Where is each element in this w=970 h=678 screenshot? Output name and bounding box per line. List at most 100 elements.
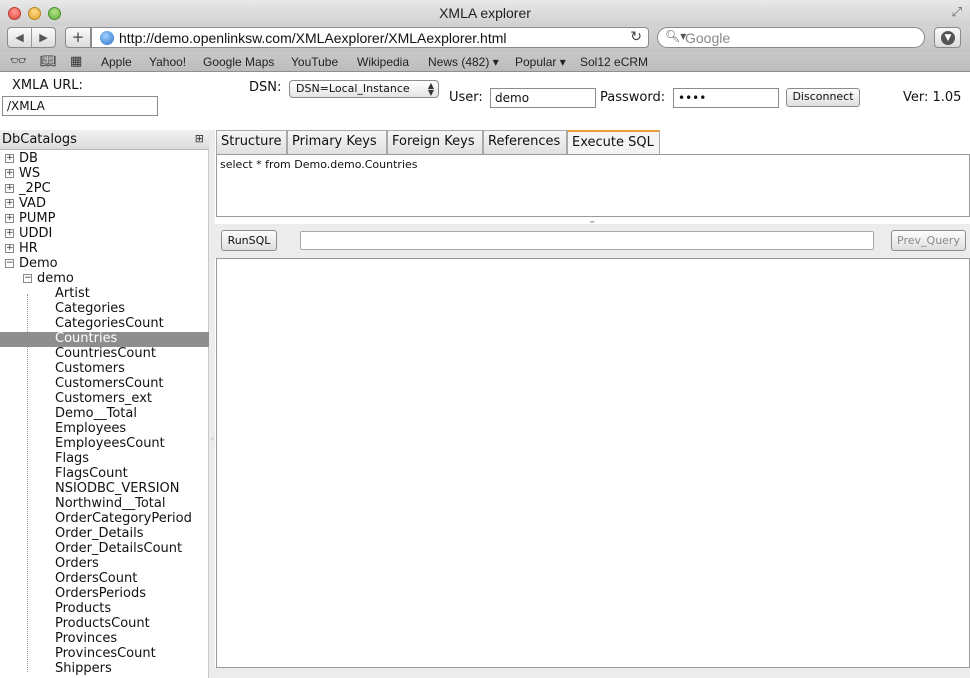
panel-collapse-icon[interactable]: ⊞ (195, 132, 204, 145)
tree-table-customers-ext[interactable]: Customers_ext (0, 391, 209, 407)
tree-node-label: VAD (19, 196, 46, 211)
tree-node-label: Categories (55, 301, 126, 316)
expand-icon[interactable]: + (5, 244, 14, 253)
tree-node-label: ProductsCount (55, 616, 150, 631)
tree-node-label: Shippers (55, 661, 112, 676)
bookmarks-book-icon[interactable]: 📖︎ (40, 54, 57, 69)
tree-item-hr[interactable]: + HR (0, 241, 209, 257)
expand-icon[interactable]: + (5, 214, 14, 223)
tab-foreign-keys[interactable]: Foreign Keys (387, 130, 483, 154)
bookmark-wikipedia[interactable]: Wikipedia (357, 55, 409, 69)
expand-icon[interactable]: + (5, 184, 14, 193)
search-placeholder: Google (685, 30, 731, 46)
bookmark-apple[interactable]: Apple (101, 55, 132, 69)
tree-item-db[interactable]: + DB (0, 151, 209, 167)
tree-node-label: CategoriesCount (55, 316, 164, 331)
collapse-icon[interactable]: − (5, 259, 14, 268)
downloads-button[interactable]: ▼ (934, 27, 961, 48)
tree-table-northwind-total[interactable]: Northwind__Total (0, 496, 209, 512)
tree-node-label: Provinces (55, 631, 118, 646)
expand-icon[interactable]: + (5, 199, 14, 208)
prev-query-button[interactable]: Prev_Query (891, 230, 966, 251)
expand-icon[interactable]: + (5, 229, 14, 238)
tree-node-label: DB (19, 151, 38, 166)
bookmark-google-maps[interactable]: Google Maps (203, 55, 274, 69)
disconnect-button[interactable]: Disconnect (786, 88, 860, 107)
expand-icon[interactable]: + (5, 154, 14, 163)
tree-table-orderscount[interactable]: OrdersCount (0, 571, 209, 587)
tree-node-label: Order_Details (55, 526, 144, 541)
user-input[interactable]: demo (490, 88, 596, 108)
add-bookmark-plus-icon[interactable]: + (65, 27, 91, 48)
back-icon[interactable]: ◀ (8, 28, 32, 47)
tree-table-countriescount[interactable]: CountriesCount (0, 346, 209, 362)
tree-table-customers[interactable]: Customers (0, 361, 209, 377)
sql-editor[interactable]: select * from Demo.demo.Countries (216, 154, 970, 217)
tree-node-label: PUMP (19, 211, 56, 226)
tree-table-employees[interactable]: Employees (0, 421, 209, 437)
panel-splitter[interactable]: ◦ (209, 130, 215, 678)
tab-structure[interactable]: Structure (216, 130, 287, 154)
version-label: Ver: 1.05 (903, 90, 962, 105)
tree-table-order-details[interactable]: Order_Details (0, 526, 209, 542)
tree-table-products[interactable]: Products (0, 601, 209, 617)
fullscreen-icon[interactable]: ⤢ (952, 5, 962, 20)
query-history-input[interactable] (300, 231, 874, 250)
tree-item-pump[interactable]: + PUMP (0, 211, 209, 227)
tab-execute-sql[interactable]: Execute SQL (567, 130, 660, 154)
bookmark-news[interactable]: News (482) ▾ (428, 55, 499, 69)
expand-icon[interactable]: + (5, 169, 14, 178)
url-text[interactable]: http://demo.openlinksw.com/XMLAexplorer/… (119, 30, 507, 46)
tree-table-artist[interactable]: Artist (0, 286, 209, 302)
tree-node-label: demo (37, 271, 74, 286)
tree-table-flagscount[interactable]: FlagsCount (0, 466, 209, 482)
tree-table-provinces[interactable]: Provinces (0, 631, 209, 647)
top-sites-grid-icon[interactable]: ▦ (70, 54, 82, 69)
password-input[interactable]: •••• (673, 88, 779, 108)
bottom-strip (215, 668, 970, 678)
reload-icon[interactable]: ↻ (630, 29, 642, 45)
tree-table-orders[interactable]: Orders (0, 556, 209, 572)
tree-table-customerscount[interactable]: CustomersCount (0, 376, 209, 392)
bookmark-sol12-ecrm[interactable]: Sol12 eCRM (580, 55, 648, 69)
collapse-icon[interactable]: − (23, 274, 32, 283)
tree-item-demo-schema[interactable]: − demo (0, 271, 209, 287)
tree-table-employeescount[interactable]: EmployeesCount (0, 436, 209, 452)
bookmark-yahoo[interactable]: Yahoo! (149, 55, 186, 69)
password-label: Password: (600, 90, 666, 105)
tree-item--2pc[interactable]: + _2PC (0, 181, 209, 197)
tree-node-label: EmployeesCount (55, 436, 165, 451)
tree-table-provincescount[interactable]: ProvincesCount (0, 646, 209, 662)
tree-node-label: Demo (19, 256, 58, 271)
tab-primary-keys[interactable]: Primary Keys (287, 130, 387, 154)
tree-table-categories[interactable]: Categories (0, 301, 209, 317)
tree-table-shippers[interactable]: Shippers (0, 661, 209, 677)
tree-item-demo[interactable]: − Demo (0, 256, 209, 272)
bookmark-youtube[interactable]: YouTube (291, 55, 338, 69)
run-sql-button[interactable]: RunSQL (221, 230, 277, 251)
address-bar[interactable]: http://demo.openlinksw.com/XMLAexplorer/… (91, 27, 649, 48)
search-field[interactable]: 🔍︎▾ Google (657, 27, 925, 48)
search-icon: 🔍︎▾ (665, 29, 687, 43)
bookmark-popular[interactable]: Popular ▾ (515, 55, 566, 69)
xmla-url-input[interactable]: /XMLA (2, 96, 158, 116)
tree-table-ordercategoryperiod[interactable]: OrderCategoryPeriod (0, 511, 209, 527)
tree-table-countries[interactable]: Countries (0, 331, 209, 347)
reading-list-icon[interactable]: 👓︎ (10, 54, 27, 69)
tree-node-label: Orders (55, 556, 99, 571)
dsn-label: DSN: (249, 80, 282, 95)
tree-item-vad[interactable]: + VAD (0, 196, 209, 212)
tree-table-productscount[interactable]: ProductsCount (0, 616, 209, 632)
dsn-select[interactable]: DSN=Local_Instance ▲ ▼ (289, 80, 439, 98)
tree-table-ordersperiods[interactable]: OrdersPeriods (0, 586, 209, 602)
forward-icon[interactable]: ▶ (32, 28, 55, 47)
tree-table-nsiodbc-version[interactable]: NSIODBC_VERSION (0, 481, 209, 497)
tree-item-ws[interactable]: + WS (0, 166, 209, 182)
tree-table-order-detailscount[interactable]: Order_DetailsCount (0, 541, 209, 557)
tree-table-categoriescount[interactable]: CategoriesCount (0, 316, 209, 332)
tree-table-flags[interactable]: Flags (0, 451, 209, 467)
tree-table-demo-total[interactable]: Demo__Total (0, 406, 209, 422)
tree-item-uddi[interactable]: + UDDI (0, 226, 209, 242)
tab-references[interactable]: References (483, 130, 567, 154)
tree-node-label: ProvincesCount (55, 646, 156, 661)
